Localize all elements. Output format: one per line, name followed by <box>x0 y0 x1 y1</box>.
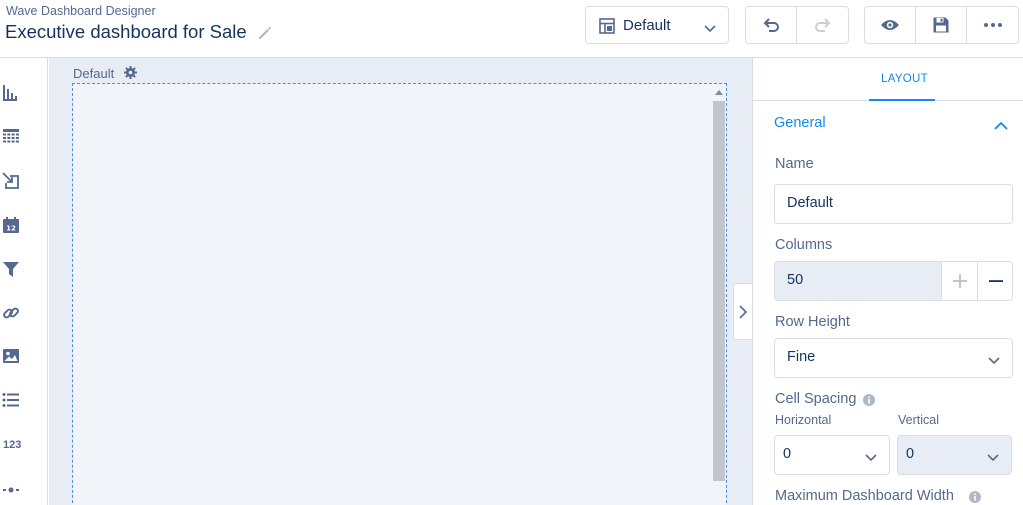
arrow-into-box-icon <box>2 172 19 189</box>
section-general-title[interactable]: General <box>774 115 826 131</box>
row-height-select[interactable]: Fine <box>774 338 1013 378</box>
ellipsis-icon <box>983 23 1002 27</box>
undo-button[interactable] <box>746 7 797 43</box>
columns-increment-button[interactable] <box>941 262 977 300</box>
columns-decrement-button[interactable] <box>977 262 1012 300</box>
chevron-up-icon[interactable] <box>994 118 1008 136</box>
header: Wave Dashboard Designer Executive dashbo… <box>0 0 1023 58</box>
plus-icon <box>953 274 967 288</box>
name-input-value: Default <box>787 195 833 211</box>
toggle-widget-button[interactable] <box>0 170 24 194</box>
filter-widget-button[interactable] <box>0 258 24 282</box>
preview-button[interactable] <box>865 7 916 43</box>
chevron-down-icon <box>865 450 877 468</box>
page-name[interactable]: Default <box>73 66 114 81</box>
range-widget-button[interactable] <box>0 478 24 502</box>
calendar-day-text: 12 <box>6 225 16 233</box>
chart-widget-button[interactable] <box>0 82 24 106</box>
app-name: Wave Dashboard Designer <box>6 4 156 18</box>
undo-icon <box>763 18 779 32</box>
name-input[interactable]: Default <box>774 184 1013 224</box>
chevron-right-icon <box>739 305 748 319</box>
image-icon <box>3 349 19 363</box>
cell-spacing-label: Cell Spacing <box>775 391 857 407</box>
row-height-value: Fine <box>787 349 816 365</box>
dashboard-grid[interactable] <box>72 83 727 505</box>
vertical-label: Vertical <box>898 413 939 427</box>
row-height-label: Row Height <box>775 314 850 330</box>
more-options-button[interactable] <box>967 7 1018 43</box>
bulleted-list-icon <box>2 393 19 407</box>
slider-icon <box>3 487 19 493</box>
horizontal-label: Horizontal <box>775 413 832 427</box>
chevron-down-icon <box>988 353 1000 371</box>
chain-link-icon <box>3 307 19 319</box>
table-grid-icon <box>3 129 19 143</box>
layout-selector-value: Default <box>623 17 671 34</box>
horizontal-spacing-select[interactable]: 0 <box>774 435 890 475</box>
minus-icon <box>989 280 1003 282</box>
info-icon[interactable] <box>863 393 875 406</box>
panel-tabs: LAYOUT <box>753 58 1023 101</box>
horizontal-spacing-value: 0 <box>783 446 792 462</box>
tab-layout[interactable]: LAYOUT <box>869 58 935 101</box>
action-group <box>864 6 1019 44</box>
scroll-thumb[interactable] <box>713 101 725 481</box>
redo-icon <box>814 18 830 32</box>
vertical-spacing-value: 0 <box>906 446 915 462</box>
save-button[interactable] <box>916 7 967 43</box>
funnel-icon <box>3 262 19 277</box>
properties-panel: LAYOUT General Name Default Columns 50 R… <box>752 58 1023 505</box>
panel-toggle-button[interactable] <box>733 283 752 340</box>
chevron-down-icon <box>704 21 716 33</box>
columns-stepper[interactable]: 50 <box>774 261 1013 301</box>
widget-toolbar: 12 123 <box>0 58 48 505</box>
link-widget-button[interactable] <box>0 302 24 326</box>
image-widget-button[interactable] <box>0 346 24 370</box>
dashboard-title[interactable]: Executive dashboard for Sale <box>5 21 247 43</box>
name-label: Name <box>775 156 814 172</box>
table-widget-button[interactable] <box>0 126 24 150</box>
floppy-disk-icon <box>933 17 949 33</box>
vertical-spacing-select[interactable]: 0 <box>897 435 1012 475</box>
scroll-up-arrow-icon[interactable] <box>715 90 723 95</box>
dashboard-canvas: Default <box>49 58 752 505</box>
gear-icon[interactable] <box>124 66 137 79</box>
columns-label: Columns <box>775 237 833 253</box>
calendar-icon: 12 <box>3 217 19 233</box>
list-widget-button[interactable] <box>0 390 24 414</box>
date-widget-button[interactable]: 12 <box>0 214 24 238</box>
info-icon[interactable] <box>969 490 981 503</box>
layout-grid-icon <box>599 18 615 34</box>
columns-value: 50 <box>787 272 804 288</box>
number-widget-button[interactable]: 123 <box>3 439 21 451</box>
vertical-scrollbar[interactable] <box>712 84 725 505</box>
max-width-label: Maximum Dashboard Width <box>775 488 954 504</box>
bar-chart-icon <box>3 85 17 101</box>
redo-button[interactable] <box>797 7 848 43</box>
eye-icon <box>881 20 899 30</box>
layout-selector[interactable]: Default <box>585 6 729 44</box>
undo-redo-group <box>745 6 849 44</box>
chevron-down-icon <box>987 450 999 468</box>
pencil-icon[interactable] <box>257 25 273 41</box>
tab-layout-label: LAYOUT <box>881 73 928 85</box>
